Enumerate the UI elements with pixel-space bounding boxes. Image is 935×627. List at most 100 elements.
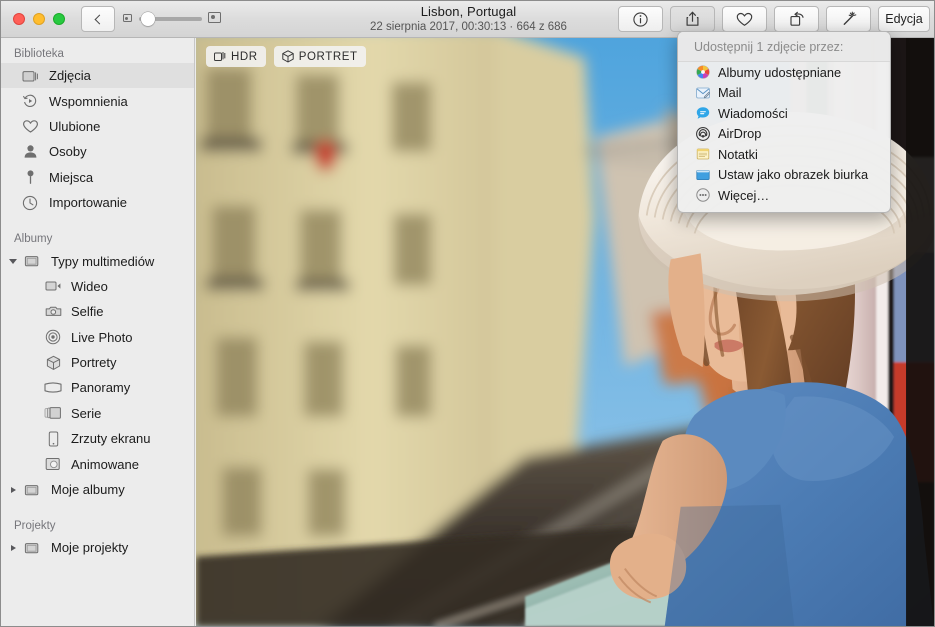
- folder-icon: [21, 541, 43, 555]
- share-item-label: Notatki: [718, 146, 758, 162]
- photo-badges: HDR PORTRET: [206, 46, 366, 67]
- disclosure-triangle-icon[interactable]: [7, 542, 19, 554]
- airdrop-icon: [694, 126, 711, 141]
- sidebar-item-miejsca[interactable]: Miejsca: [1, 165, 194, 190]
- share-item-label: Ustaw jako obrazek biurka: [718, 167, 869, 183]
- sidebar-item-osoby[interactable]: Osoby: [1, 139, 194, 164]
- sidebar-item-moje-albumy[interactable]: Moje albumy: [1, 477, 194, 502]
- share-item-label: AirDrop: [718, 126, 762, 142]
- clock-icon: [19, 195, 41, 211]
- sidebar-item-label: Moje albumy: [51, 482, 125, 498]
- share-item-set-desktop-picture[interactable]: Ustaw jako obrazek biurka: [678, 165, 890, 186]
- sidebar-item-live-photo[interactable]: Live Photo: [1, 325, 194, 350]
- live-photo-icon: [43, 329, 63, 345]
- maximize-window-button[interactable]: [53, 13, 65, 25]
- toolbar-actions: Edycja: [618, 6, 930, 32]
- sidebar-item-label: Importowanie: [49, 195, 128, 211]
- share-item-messages[interactable]: Wiadomości: [678, 103, 890, 124]
- share-menu[interactable]: Udostępnij 1 zdjęcie przez: Albumy udost…: [677, 31, 891, 213]
- sidebar-item-label: Panoramy: [71, 380, 131, 396]
- share-item-label: Albumy udostępniane: [718, 64, 842, 80]
- desktop-icon: [694, 167, 711, 182]
- pin-icon: [19, 169, 41, 185]
- heart-icon: [736, 12, 753, 26]
- share-item-airdrop[interactable]: AirDrop: [678, 124, 890, 145]
- share-item-label: Więcej…: [718, 187, 770, 203]
- memories-icon: [19, 93, 41, 109]
- phone-icon: [43, 431, 63, 447]
- sidebar-item-portrety[interactable]: Portrety: [1, 350, 194, 375]
- messages-icon: [694, 106, 711, 121]
- share-item-notes[interactable]: Notatki: [678, 144, 890, 165]
- folder-icon: [21, 483, 43, 497]
- sidebar-item-label: Ulubione: [49, 118, 101, 134]
- small-thumbnail-icon: [123, 14, 132, 22]
- sidebar-item-wideo[interactable]: Wideo: [1, 274, 194, 299]
- minimize-window-button[interactable]: [33, 13, 45, 25]
- sidebar-item-animowane[interactable]: Animowane: [1, 451, 194, 476]
- sidebar-item-zdjecia[interactable]: Zdjęcia: [1, 63, 194, 89]
- share-menu-title: Udostępnij 1 zdjęcie przez:: [678, 32, 890, 62]
- edit-button[interactable]: Edycja: [878, 6, 930, 32]
- share-button[interactable]: [670, 6, 715, 32]
- sidebar-item-serie[interactable]: Serie: [1, 401, 194, 426]
- sidebar-item-ulubione[interactable]: Ulubione: [1, 114, 194, 139]
- folder-icon: [21, 254, 43, 268]
- hdr-icon: [214, 52, 226, 61]
- animated-icon: [43, 457, 63, 471]
- hdr-badge-label: HDR: [231, 50, 258, 63]
- rotate-icon: [789, 11, 804, 26]
- sidebar-section-library: Biblioteka: [14, 48, 64, 60]
- share-item-label: Mail: [718, 85, 742, 101]
- share-item-mail[interactable]: Mail: [678, 83, 890, 104]
- close-window-button[interactable]: [13, 13, 25, 25]
- sidebar-item-typy-multimediow[interactable]: Typy multimediów: [1, 248, 194, 273]
- sidebar-item-zrzuty-ekranu[interactable]: Zrzuty ekranu: [1, 426, 194, 451]
- sidebar[interactable]: Biblioteka Zdjęcia Wspomnienia Ulubione …: [1, 38, 195, 626]
- rotate-button[interactable]: [774, 6, 819, 32]
- camera-icon: [43, 305, 63, 318]
- sidebar-item-label: Portrety: [71, 355, 117, 371]
- sidebar-item-label: Wideo: [71, 278, 108, 294]
- magic-wand-icon: [843, 11, 856, 25]
- sidebar-item-label: Zdjęcia: [49, 68, 91, 84]
- sidebar-item-selfie[interactable]: Selfie: [1, 299, 194, 324]
- sidebar-item-label: Wspomnienia: [49, 93, 128, 109]
- large-thumbnail-icon: [208, 12, 221, 23]
- sidebar-item-moje-projekty[interactable]: Moje projekty: [1, 535, 194, 560]
- disclosure-triangle-icon[interactable]: [7, 484, 19, 496]
- sidebar-item-label: Serie: [71, 405, 102, 421]
- hdr-badge[interactable]: HDR: [206, 46, 266, 67]
- photos-icon: [19, 69, 41, 83]
- notes-icon: [694, 147, 711, 162]
- sidebar-item-label: Live Photo: [71, 329, 133, 345]
- cube-icon: [43, 355, 63, 371]
- sidebar-item-label: Moje projekty: [51, 540, 129, 556]
- sidebar-item-wspomnienia[interactable]: Wspomnienia: [1, 88, 194, 113]
- sidebar-item-label: Animowane: [71, 456, 139, 472]
- panorama-icon: [43, 382, 63, 394]
- portrait-badge[interactable]: PORTRET: [273, 46, 366, 67]
- info-button[interactable]: [618, 6, 663, 32]
- slider-thumb[interactable]: [141, 12, 155, 26]
- info-icon: [633, 11, 648, 27]
- sidebar-item-importowanie[interactable]: Importowanie: [1, 190, 194, 215]
- edit-button-label: Edycja: [885, 12, 923, 26]
- shared-albums-icon: [694, 65, 711, 80]
- photos-window: Lisbon, Portugal 22 sierpnia 2017, 00:30…: [0, 0, 935, 627]
- disclosure-triangle-icon[interactable]: [7, 255, 19, 267]
- portrait-badge-label: PORTRET: [298, 50, 358, 63]
- sidebar-item-panoramy[interactable]: Panoramy: [1, 375, 194, 400]
- sidebar-section-projects: Projekty: [14, 520, 56, 533]
- back-button[interactable]: [81, 6, 115, 32]
- more-icon: [694, 188, 711, 203]
- share-item-shared-albums[interactable]: Albumy udostępniane: [678, 62, 890, 83]
- favorite-button[interactable]: [722, 6, 767, 32]
- sidebar-item-label: Typy multimediów: [51, 253, 155, 269]
- share-item-label: Wiadomości: [718, 105, 788, 121]
- thumbnail-size-slider[interactable]: [123, 12, 221, 26]
- enhance-button[interactable]: [826, 6, 871, 32]
- share-icon: [686, 11, 699, 26]
- share-item-more[interactable]: Więcej…: [678, 185, 890, 206]
